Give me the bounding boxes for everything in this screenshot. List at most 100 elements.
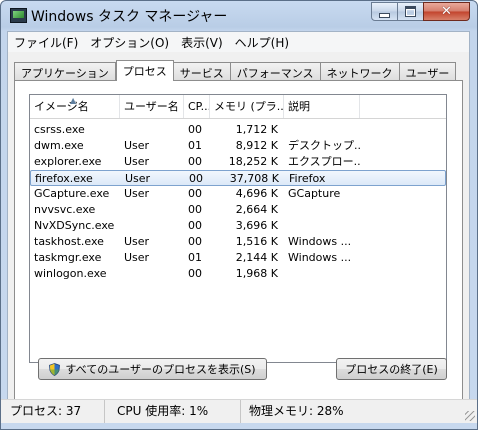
user-name-cell: [120, 122, 184, 138]
column-header-label: イメージ名: [34, 100, 89, 113]
close-icon: ✕: [441, 4, 452, 19]
process-row[interactable]: taskhost.exe User 00 1,516 K Windows ...: [30, 234, 446, 250]
process-row[interactable]: explorer.exe User 00 18,252 K エクスプロー...: [30, 154, 446, 170]
memory-cell: 1,516 K: [235, 235, 278, 248]
process-list[interactable]: ▲ イメージ名 ユーザー名 CP... メモリ (プラ... 説明 csrss.…: [29, 94, 447, 363]
status-process-count: プロセス: 37: [1, 400, 105, 423]
process-row[interactable]: dwm.exe User 01 8,912 K デスクトップ...: [30, 138, 446, 154]
user-name-cell: User: [124, 139, 150, 152]
description-cell: [284, 218, 360, 234]
tab-users[interactable]: ユーザー: [399, 62, 457, 80]
description-cell: Windows ...: [288, 251, 352, 264]
cpu-cell: 00: [189, 172, 203, 185]
process-name-cell: NvXDSync.exe: [34, 219, 115, 232]
memory-cell: 1,712 K: [235, 123, 278, 136]
title-bar[interactable]: Windows タスク マネージャー ✕: [1, 1, 477, 31]
process-row[interactable]: NvXDSync.exe 00 3,696 K: [30, 218, 446, 234]
user-name-cell: User: [124, 235, 150, 248]
maximize-icon: [405, 6, 416, 17]
minimize-button[interactable]: [371, 2, 398, 21]
cpu-cell: 00: [188, 219, 202, 232]
list-header: ▲ イメージ名 ユーザー名 CP... メモリ (プラ... 説明: [30, 95, 446, 119]
end-process-label: プロセスの終了(E): [345, 363, 438, 376]
process-name-cell: GCapture.exe: [34, 187, 110, 200]
uac-shield-icon: [49, 362, 61, 376]
tab-applications[interactable]: アプリケーション: [14, 62, 116, 80]
resize-grip[interactable]: [465, 411, 475, 421]
description-cell: Firefox: [289, 172, 326, 185]
user-name-cell: User: [124, 155, 150, 168]
process-name-cell: dwm.exe: [34, 139, 84, 152]
user-name-cell: [120, 266, 184, 282]
task-manager-window: Windows タスク マネージャー ✕ ファイル(F) オプション(O) 表示…: [0, 0, 478, 430]
process-name-cell: taskmgr.exe: [34, 251, 102, 264]
description-cell: [284, 266, 360, 282]
memory-cell: 8,912 K: [235, 139, 278, 152]
cpu-cell: 01: [188, 139, 202, 152]
tab-networking[interactable]: ネットワーク: [320, 62, 400, 80]
tab-processes[interactable]: プロセス: [115, 60, 174, 81]
process-row[interactable]: firefox.exe User 00 37,708 K Firefox: [30, 170, 446, 186]
menu-options[interactable]: オプション(O): [84, 32, 175, 52]
show-all-users-button[interactable]: すべてのユーザーのプロセスを表示(S): [38, 358, 267, 380]
memory-cell: 37,708 K: [229, 172, 279, 185]
process-row[interactable]: taskmgr.exe User 01 2,144 K Windows ...: [30, 250, 446, 266]
column-header-description[interactable]: 説明: [284, 95, 360, 118]
process-row[interactable]: csrss.exe 00 1,712 K: [30, 122, 446, 138]
processes-panel: ▲ イメージ名 ユーザー名 CP... メモリ (プラ... 説明 csrss.…: [14, 80, 463, 402]
process-name-cell: nvvsvc.exe: [34, 203, 96, 216]
description-cell: Windows ...: [288, 235, 352, 248]
user-name-cell: User: [124, 251, 150, 264]
client-area: ファイル(F) オプション(O) 表示(V) ヘルプ(H) アプリケーション プ…: [7, 31, 470, 422]
tab-strip: アプリケーション プロセス サービス パフォーマンス ネットワーク ユーザー: [14, 60, 457, 81]
end-process-button[interactable]: プロセスの終了(E): [336, 358, 447, 380]
process-name-cell: csrss.exe: [34, 123, 85, 136]
menu-help[interactable]: ヘルプ(H): [229, 32, 295, 52]
tab-services[interactable]: サービス: [173, 62, 231, 80]
process-row[interactable]: nvvsvc.exe 00 2,664 K: [30, 202, 446, 218]
cpu-cell: 00: [188, 235, 202, 248]
cpu-cell: 00: [188, 267, 202, 280]
process-name-cell: taskhost.exe: [34, 235, 104, 248]
menu-view[interactable]: 表示(V): [175, 32, 229, 52]
user-name-cell: User: [124, 187, 150, 200]
cpu-cell: 00: [188, 155, 202, 168]
cpu-cell: 00: [188, 203, 202, 216]
status-cpu-usage: CPU 使用率: 1%: [105, 400, 241, 423]
window-title: Windows タスク マネージャー: [31, 9, 228, 25]
user-name-cell: User: [125, 172, 151, 185]
process-name-cell: explorer.exe: [34, 155, 102, 168]
minimize-icon: [379, 12, 390, 18]
description-cell: [284, 122, 360, 138]
process-name-cell: winlogon.exe: [34, 267, 107, 280]
process-row[interactable]: winlogon.exe 00 1,968 K: [30, 266, 446, 282]
maximize-button[interactable]: [397, 2, 424, 21]
cpu-cell: 00: [188, 187, 202, 200]
menu-file[interactable]: ファイル(F): [8, 32, 84, 52]
cpu-cell: 01: [188, 251, 202, 264]
description-cell: エクスプロー...: [288, 155, 360, 168]
process-name-cell: firefox.exe: [35, 172, 93, 185]
column-header-cpu[interactable]: CP...: [184, 95, 210, 118]
tab-performance[interactable]: パフォーマンス: [230, 62, 321, 80]
memory-cell: 2,664 K: [235, 203, 278, 216]
description-cell: デスクトップ...: [288, 139, 360, 152]
column-header-filler: [360, 95, 446, 118]
process-row[interactable]: GCapture.exe User 00 4,696 K GCapture: [30, 186, 446, 202]
sort-ascending-icon: ▲: [70, 96, 77, 105]
process-rows: csrss.exe 00 1,712 K dwm.exe User 01 8,912 K デス…: [30, 122, 446, 282]
memory-cell: 4,696 K: [235, 187, 278, 200]
user-name-cell: [120, 218, 184, 234]
memory-cell: 3,696 K: [235, 219, 278, 232]
description-cell: [284, 202, 360, 218]
column-header-user-name[interactable]: ユーザー名: [120, 95, 184, 118]
show-all-users-label: すべてのユーザーのプロセスを表示(S): [65, 363, 256, 376]
task-manager-icon: [10, 8, 27, 23]
close-button[interactable]: ✕: [423, 2, 470, 21]
user-name-cell: [120, 202, 184, 218]
cpu-cell: 00: [188, 123, 202, 136]
column-header-image-name[interactable]: ▲ イメージ名: [30, 95, 120, 118]
description-cell: GCapture: [288, 187, 341, 200]
status-physical-memory: 物理メモリ: 28%: [249, 404, 344, 418]
column-header-memory[interactable]: メモリ (プラ...: [210, 95, 284, 118]
